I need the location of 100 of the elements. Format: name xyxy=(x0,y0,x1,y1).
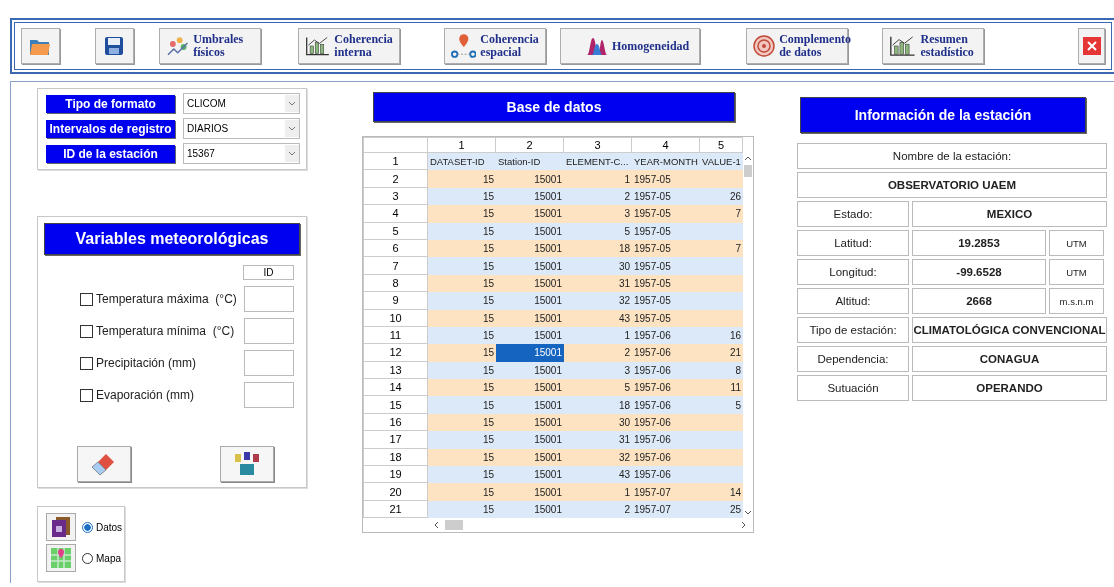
row-header[interactable]: 4 xyxy=(363,205,428,223)
table-row[interactable]: 2 15 15001 1 1957-05 xyxy=(363,170,743,188)
row-header[interactable]: 15 xyxy=(363,396,428,414)
table-row[interactable]: 20 15 15001 1 1957-07 14 xyxy=(363,483,743,501)
table-cell-text: 1957-06 xyxy=(633,363,672,378)
panel-title: Base de datos xyxy=(373,92,735,122)
row-header[interactable]: 19 xyxy=(363,466,428,484)
table-row[interactable]: 6 15 15001 18 1957-05 7 xyxy=(363,239,743,258)
info-value: CONAGUA xyxy=(912,346,1107,372)
table-row[interactable]: 1 DATASET-ID Station-ID ELEMENT-C... YEAR-MONTH VALUE-1 xyxy=(363,153,743,171)
variable-checkbox[interactable]: Temperatura máxima (°C) xyxy=(80,292,237,306)
column-header[interactable]: 5 xyxy=(700,137,743,153)
table-row[interactable]: 11 15 15001 1 1957-06 16 xyxy=(363,326,743,345)
table-cell-text: 2 xyxy=(623,346,631,361)
row-header[interactable]: 1 xyxy=(363,153,428,171)
save-button[interactable] xyxy=(94,28,134,64)
input-field[interactable] xyxy=(244,382,294,408)
dropdown-field[interactable]: 15367 xyxy=(183,143,300,164)
table-cell-text: 15 xyxy=(481,207,495,222)
row-header[interactable]: 12 xyxy=(363,344,428,362)
table-row[interactable]: 8 15 15001 31 1957-05 xyxy=(363,274,743,293)
variable-checkbox[interactable]: Precipitación (mm) xyxy=(80,356,197,370)
info-value: 19.2853 xyxy=(912,230,1046,256)
table-row[interactable]: 17 15 15001 31 1957-06 xyxy=(363,431,743,449)
view-radio[interactable]: Datos xyxy=(82,521,123,533)
row-header[interactable]: 17 xyxy=(363,431,428,449)
variable-checkbox[interactable]: Evaporación (mm) xyxy=(80,388,195,402)
open-button[interactable] xyxy=(21,28,60,64)
thresholds-button[interactable]: Umbrales físicos xyxy=(158,28,261,64)
summary-button[interactable]: Resumen estadístico xyxy=(882,28,985,64)
table-row[interactable]: 7 15 15001 30 1957-05 xyxy=(363,257,743,275)
info-label: Sutuación xyxy=(797,375,909,401)
column-header[interactable]: 4 xyxy=(632,137,700,153)
table-cell-text: 1957-06 xyxy=(633,398,672,413)
row-header[interactable]: 7 xyxy=(363,257,428,275)
input-field[interactable] xyxy=(244,318,294,344)
row-header[interactable]: 14 xyxy=(363,379,428,397)
chevron-down-icon[interactable] xyxy=(285,120,299,137)
dropdown-field[interactable]: CLICOM xyxy=(183,93,300,114)
table-cell-text: 1957-06 xyxy=(633,468,672,483)
table-row[interactable]: 21 15 15001 2 1957-07 25 xyxy=(363,500,743,519)
table-cell-text: 3 xyxy=(623,207,631,222)
target-icon xyxy=(753,35,776,57)
table-row[interactable]: 12 15 15001 2 1957-06 21 xyxy=(363,344,743,362)
table-row[interactable]: 15 15 15001 18 1957-06 5 xyxy=(363,396,743,414)
table-row[interactable]: 5 15 15001 5 1957-05 xyxy=(363,222,743,240)
variable-checkbox[interactable]: Temperatura mínima (°C) xyxy=(80,324,235,338)
table-cell-text: 7 xyxy=(734,207,742,222)
info-value: 2668 xyxy=(912,288,1046,314)
scroll-right-icon[interactable] xyxy=(741,521,747,530)
input-field[interactable] xyxy=(244,286,294,312)
scrollbar-thumb[interactable] xyxy=(445,520,463,531)
table-cell-text: 8 xyxy=(734,363,742,378)
table-row[interactable]: 13 15 15001 3 1957-06 8 xyxy=(363,361,743,380)
info-label: Nombre de la estación: xyxy=(797,143,1107,169)
scrollbar-thumb[interactable] xyxy=(744,165,752,177)
table-cell-text: 1957-07 xyxy=(633,503,672,517)
scroll-down-icon[interactable] xyxy=(744,510,752,517)
close-button[interactable] xyxy=(1078,28,1105,64)
input-field[interactable] xyxy=(244,350,294,376)
table-cell-text: 1957-05 xyxy=(633,189,672,204)
row-header[interactable]: 9 xyxy=(363,292,428,310)
column-header[interactable]: 1 xyxy=(428,137,496,153)
bar-chart-icon xyxy=(304,34,331,58)
table-row[interactable]: 9 15 15001 32 1957-05 xyxy=(363,292,743,310)
homogeneity-button[interactable]: Homogeneidad xyxy=(559,28,701,64)
table-row[interactable]: 14 15 15001 5 1957-06 11 xyxy=(363,379,743,397)
table-row[interactable]: 10 15 15001 43 1957-05 xyxy=(363,309,743,327)
view-radio[interactable]: Mapa xyxy=(82,552,121,564)
table-cell-text: 15 xyxy=(481,189,495,204)
chevron-down-icon[interactable] xyxy=(285,145,299,162)
info-label: Latitud: xyxy=(797,230,909,256)
table-row[interactable]: 4 15 15001 3 1957-05 7 xyxy=(363,205,743,223)
column-header[interactable]: 3 xyxy=(564,137,632,153)
table-cell-text: 1957-05 xyxy=(633,242,672,257)
eraser-button[interactable] xyxy=(77,446,131,482)
database-button[interactable] xyxy=(220,446,274,482)
row-header[interactable]: 2 xyxy=(363,170,428,188)
table-cell-text: 15001 xyxy=(533,398,563,413)
internal-coherence-button[interactable]: Coherencia interna xyxy=(297,28,400,64)
table-cell-text: 14 xyxy=(728,485,742,500)
table-cell-text: 15001 xyxy=(533,381,563,396)
table-row[interactable]: 16 15 15001 30 1957-06 xyxy=(363,413,743,432)
table-cell-text: 15001 xyxy=(533,276,563,291)
unit-label: UTM xyxy=(1049,230,1104,256)
table-row[interactable]: 18 15 15001 32 1957-06 xyxy=(363,448,743,467)
table-cell-text: 21 xyxy=(728,346,742,361)
dropdown-field[interactable]: DIARIOS xyxy=(183,118,300,139)
table-cell-text: 1 xyxy=(623,485,631,500)
table-cell-text: DATASET-ID xyxy=(429,155,486,170)
spatial-coherence-button[interactable]: Coherencia espacial xyxy=(443,28,546,64)
complement-button[interactable]: Complemento de datos xyxy=(746,28,849,64)
table-cell-text: 15001 xyxy=(533,224,563,239)
column-header[interactable]: 2 xyxy=(496,137,564,153)
scroll-left-icon[interactable] xyxy=(433,521,439,530)
scroll-up-icon[interactable] xyxy=(744,155,752,161)
table-row[interactable]: 3 15 15001 2 1957-05 26 xyxy=(363,187,743,206)
chevron-down-icon[interactable] xyxy=(285,95,299,112)
table-row[interactable]: 19 15 15001 43 1957-06 xyxy=(363,466,743,484)
row-header[interactable]: 20 xyxy=(363,483,428,501)
